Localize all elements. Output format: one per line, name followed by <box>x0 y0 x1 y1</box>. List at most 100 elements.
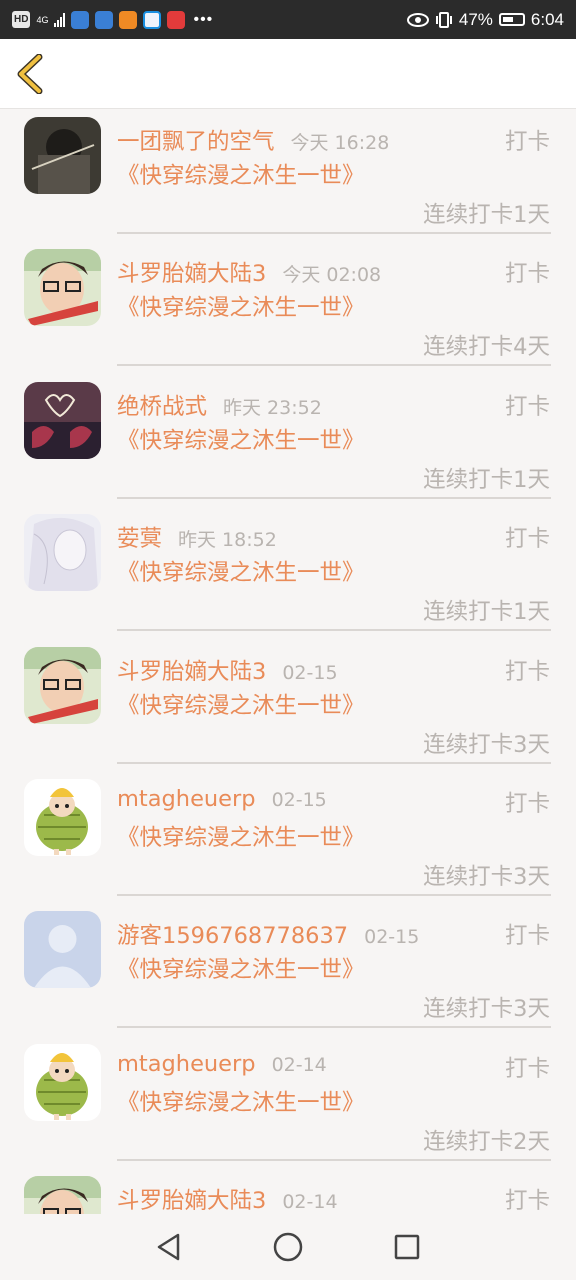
user-name-text: mtagheuerp <box>117 785 256 812</box>
back-button[interactable] <box>10 53 50 95</box>
avatar[interactable] <box>24 514 101 592</box>
book-title[interactable]: 《快穿综漫之沐生一世》 <box>117 953 367 987</box>
nav-recent-icon <box>394 1234 419 1260</box>
timestamp: 昨天 23:52 <box>223 396 322 419</box>
book-title[interactable]: 《快穿综漫之沐生一世》 <box>117 424 367 458</box>
book-title[interactable]: 《快穿综漫之沐生一世》 <box>117 1086 367 1120</box>
user-name-text: 荌蓂 <box>117 526 163 553</box>
app-bar <box>0 39 576 109</box>
red-app-icon <box>167 10 186 29</box>
list-item[interactable]: 游客1596768778637 02-15 打卡 《快穿综漫之沐生一世》 连续打卡… <box>0 904 576 1036</box>
nav-back-button[interactable] <box>149 1227 189 1267</box>
more-dots-icon: ••• <box>193 10 214 28</box>
streak-count: 连续打卡1天 <box>423 466 550 493</box>
avatar[interactable] <box>24 117 101 194</box>
streak-count: 连续打卡1天 <box>423 202 550 228</box>
list-item[interactable]: 斗罗胎嫡大陆3 今天 02:08 打卡 《快穿综漫之沐生一世》 连续打卡4天 <box>0 242 576 374</box>
timestamp: 02-15 <box>364 926 420 949</box>
divider <box>117 1026 551 1029</box>
nav-home-icon <box>273 1232 303 1262</box>
avatar[interactable] <box>24 1043 101 1121</box>
divider <box>117 496 551 499</box>
user-name-text: 斗罗胎嫡大陆3 <box>117 658 267 685</box>
avatar[interactable] <box>24 778 101 856</box>
timestamp: 02-15 <box>282 661 338 684</box>
checkin-label: 打卡 <box>504 1055 550 1082</box>
user-name[interactable]: 绝桥战式 昨天 23:52 <box>117 389 322 421</box>
battery-percent: 47% <box>458 9 493 29</box>
checkin-label: 打卡 <box>504 923 550 950</box>
wifi-hotspot-icon <box>95 10 114 29</box>
streak-count: 连续打卡2天 <box>423 1128 550 1155</box>
timestamp: 今天 16:28 <box>290 132 390 154</box>
avatar[interactable] <box>24 249 101 327</box>
timestamp: 02-14 <box>271 1053 327 1076</box>
checkin-label: 打卡 <box>504 658 550 685</box>
list-item[interactable]: 斗罗胎嫡大陆3 02-14 打卡 <box>0 1169 576 1214</box>
nav-recent-button[interactable] <box>387 1227 427 1267</box>
mail-app-icon <box>143 10 162 29</box>
divider <box>117 1158 551 1161</box>
book-title[interactable]: 《快穿综漫之沐生一世》 <box>117 291 367 325</box>
checkin-label: 打卡 <box>504 790 550 817</box>
network-type: 4G <box>36 14 49 25</box>
divider <box>117 364 551 367</box>
user-name-text: 一团飘了的空气 <box>117 129 275 155</box>
battery-icon <box>498 13 525 26</box>
list-item[interactable]: 斗罗胎嫡大陆3 02-15 打卡 《快穿综漫之沐生一世》 连续打卡3天 <box>0 640 576 772</box>
avatar[interactable] <box>24 646 101 724</box>
vibrate-icon <box>435 11 452 28</box>
list-item[interactable]: mtagheuerp 02-15 打卡 《快穿综漫之沐生一世》 连续打卡3天 <box>0 772 576 904</box>
user-name[interactable]: 斗罗胎嫡大陆3 今天 02:08 <box>117 256 381 288</box>
streak-count: 连续打卡1天 <box>423 599 550 626</box>
user-name-text: 绝桥战式 <box>117 393 208 420</box>
signal-icon <box>54 12 66 27</box>
timestamp: 02-15 <box>271 788 327 811</box>
user-name-text: 斗罗胎嫡大陆3 <box>117 261 267 288</box>
user-name-text: 斗罗胎嫡大陆3 <box>117 1188 267 1214</box>
nav-back-icon <box>158 1233 180 1261</box>
streak-count: 连续打卡4天 <box>423 334 550 361</box>
user-name[interactable]: 斗罗胎嫡大陆3 02-15 <box>117 654 338 686</box>
list-item[interactable]: 一团飘了的空气 今天 16:28 打卡 《快穿综漫之沐生一世》 连续打卡1天 <box>0 110 576 242</box>
user-name[interactable]: 斗罗胎嫡大陆3 02-14 <box>117 1183 338 1214</box>
system-nav-bar <box>0 1214 576 1280</box>
streak-count: 连续打卡3天 <box>423 996 550 1023</box>
checkin-label: 打卡 <box>504 393 550 420</box>
divider <box>117 232 551 234</box>
user-name[interactable]: mtagheuerp 02-15 <box>117 786 327 812</box>
checkin-label: 打卡 <box>504 526 550 553</box>
checkin-list[interactable]: 一团飘了的空气 今天 16:28 打卡 《快穿综漫之沐生一世》 连续打卡1天 斗罗… <box>0 110 576 1214</box>
wifi-hotspot-icon <box>71 10 90 29</box>
user-name-text: mtagheuerp <box>117 1050 256 1077</box>
avatar[interactable] <box>24 911 101 989</box>
user-name[interactable]: mtagheuerp 02-14 <box>117 1051 327 1077</box>
user-name-text: 游客1596768778637 <box>117 923 349 950</box>
user-name[interactable]: 一团飘了的空气 今天 16:28 <box>117 124 389 156</box>
avatar[interactable] <box>24 381 101 459</box>
divider <box>117 629 551 632</box>
divider <box>117 893 551 896</box>
book-title[interactable]: 《快穿综漫之沐生一世》 <box>117 556 367 590</box>
timestamp: 今天 02:08 <box>282 264 382 287</box>
book-title[interactable]: 《快穿综漫之沐生一世》 <box>117 689 367 723</box>
video-app-icon <box>119 10 138 29</box>
avatar[interactable] <box>24 1176 101 1214</box>
checkin-label: 打卡 <box>504 1188 550 1214</box>
nav-home-button[interactable] <box>268 1227 308 1267</box>
timestamp: 02-14 <box>282 1191 338 1214</box>
clock: 6:04 <box>530 9 564 29</box>
book-title[interactable]: 《快穿综漫之沐生一世》 <box>117 159 367 193</box>
user-name[interactable]: 游客1596768778637 02-15 <box>117 918 419 950</box>
checkin-label: 打卡 <box>504 261 550 288</box>
user-name[interactable]: 荌蓂 昨天 18:52 <box>117 521 277 553</box>
list-item[interactable]: mtagheuerp 02-14 打卡 《快穿综漫之沐生一世》 连续打卡2天 <box>0 1037 576 1169</box>
list-item[interactable]: 绝桥战式 昨天 23:52 打卡 《快穿综漫之沐生一世》 连续打卡1天 <box>0 375 576 507</box>
streak-count: 连续打卡3天 <box>423 863 550 890</box>
streak-count: 连续打卡3天 <box>423 731 550 758</box>
divider <box>117 761 551 764</box>
hd-badge: HD <box>12 11 31 28</box>
list-item[interactable]: 荌蓂 昨天 18:52 打卡 《快穿综漫之沐生一世》 连续打卡1天 <box>0 507 576 639</box>
eye-icon <box>406 12 429 27</box>
book-title[interactable]: 《快穿综漫之沐生一世》 <box>117 821 367 855</box>
